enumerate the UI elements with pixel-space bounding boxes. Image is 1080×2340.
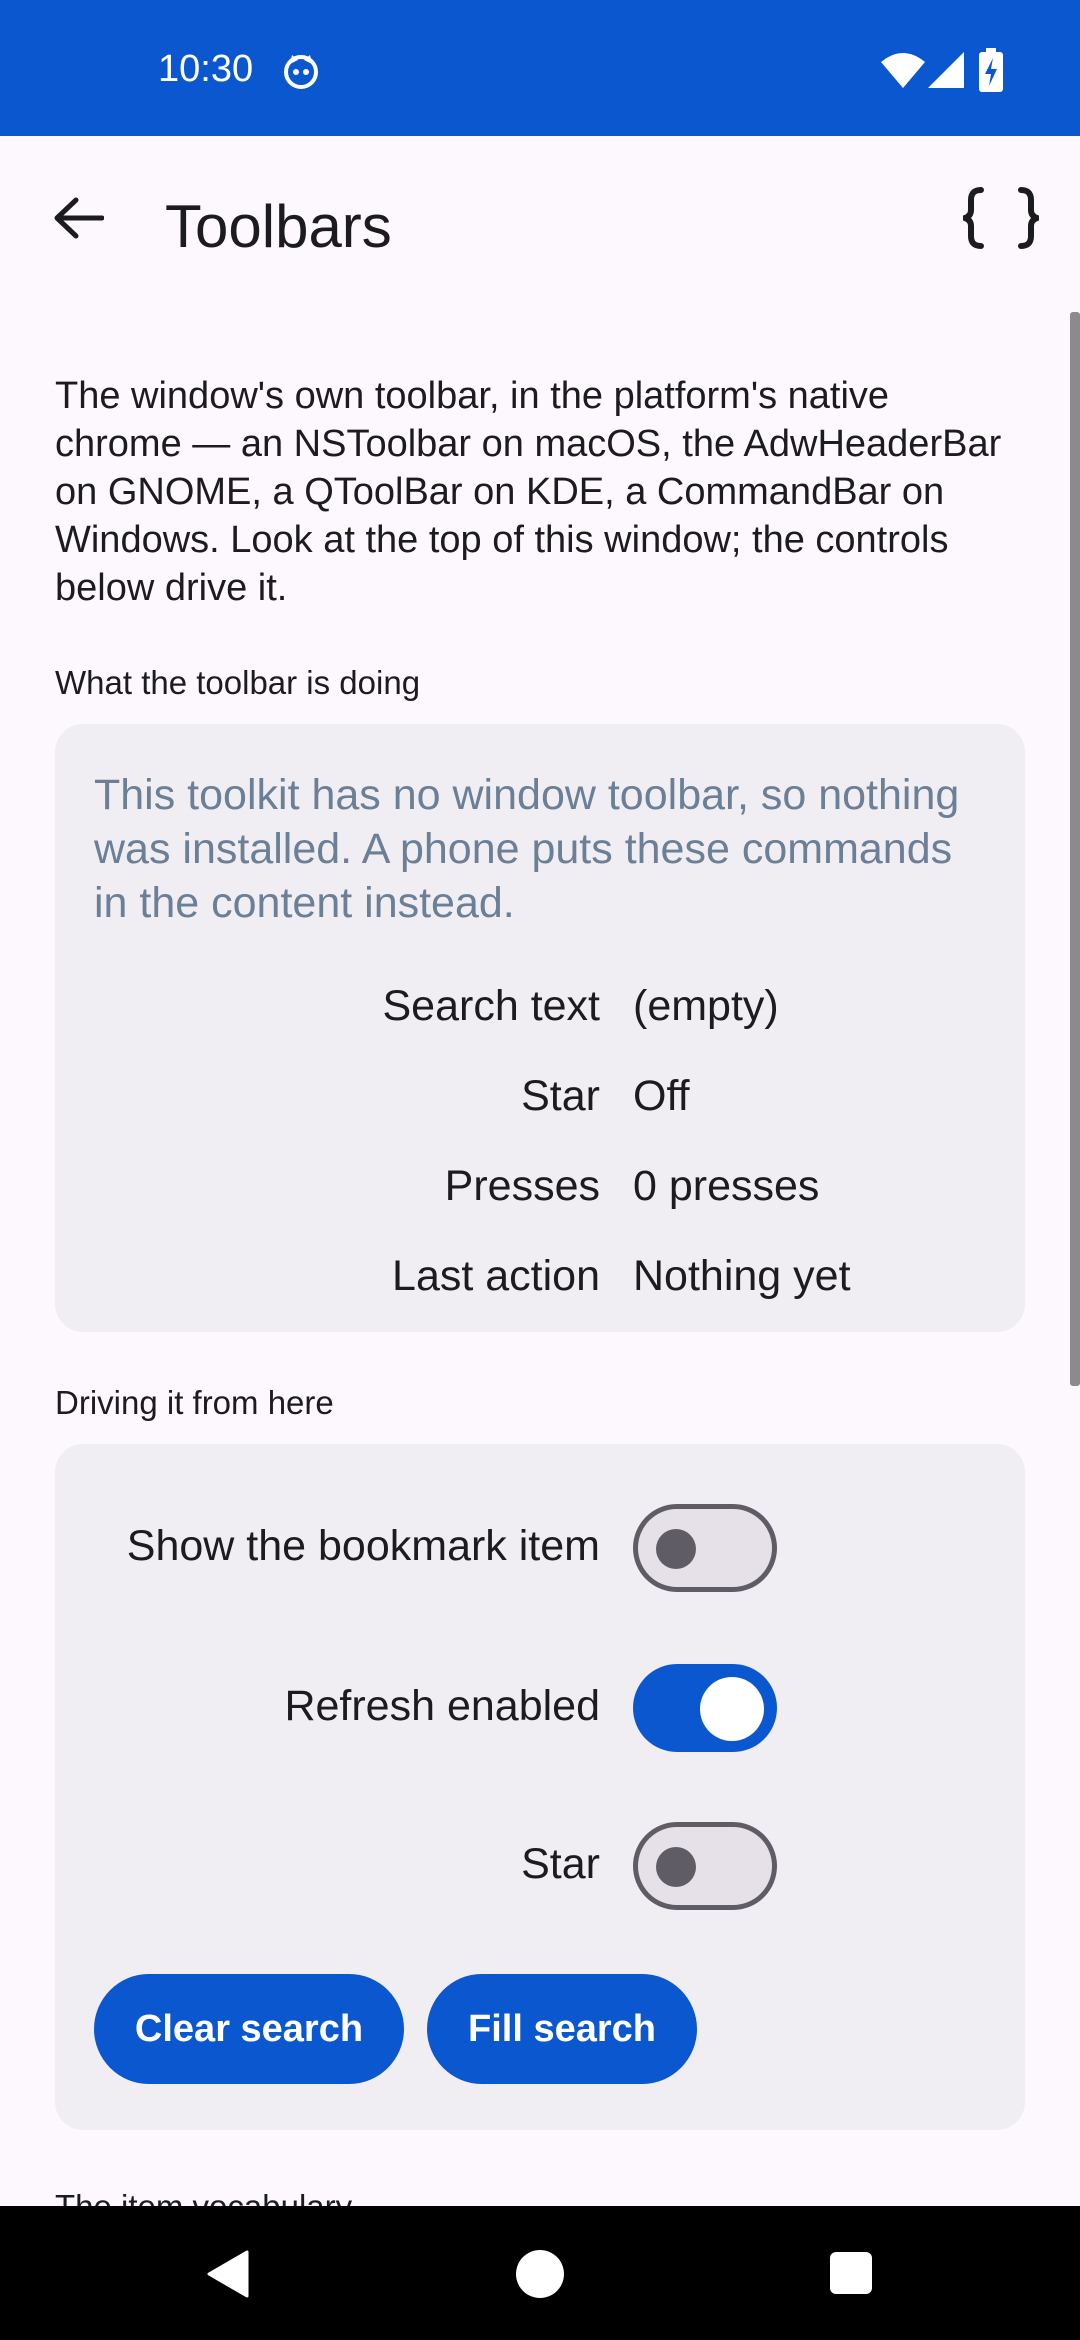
- switch-knob: [656, 1847, 696, 1887]
- controls-section-label: Driving it from here: [55, 1384, 334, 1421]
- switch-knob: [700, 1677, 764, 1741]
- status-time: 10:30: [158, 48, 254, 90]
- toggle-row-bookmark: Show the bookmark item: [55, 1504, 1025, 1594]
- toggle-label: Refresh enabled: [284, 1682, 600, 1730]
- status-row: Last action Nothing yet: [55, 1252, 1025, 1312]
- back-button[interactable]: [40, 180, 116, 256]
- status-row-value: (empty): [633, 982, 779, 1030]
- scroll-content: The window's own toolbar, in the platfor…: [0, 312, 1080, 2206]
- status-bar: 10:30: [0, 0, 1080, 136]
- page-title: Toolbars: [165, 193, 392, 260]
- bookmark-item-switch[interactable]: [633, 1504, 777, 1592]
- status-row-label: Star: [521, 1072, 600, 1120]
- status-row-value: Off: [633, 1072, 690, 1120]
- intro-text: The window's own toolbar, in the platfor…: [55, 375, 1002, 609]
- clear-search-button[interactable]: Clear search: [94, 1974, 404, 2084]
- status-row: Search text (empty): [55, 982, 1025, 1042]
- nav-home-icon[interactable]: [516, 2250, 564, 2298]
- toggle-row-refresh: Refresh enabled: [55, 1664, 1025, 1754]
- status-row: Presses 0 presses: [55, 1162, 1025, 1222]
- status-row-label: Search text: [382, 982, 601, 1030]
- signal-icon: [928, 52, 964, 88]
- app-bar: Toolbars: [0, 136, 1080, 312]
- toggle-label: Star: [521, 1840, 600, 1888]
- status-row-label: Presses: [444, 1162, 600, 1210]
- nav-recents-icon[interactable]: [830, 2252, 872, 2294]
- braces-icon: [963, 187, 1039, 249]
- status-row: Star Off: [55, 1072, 1025, 1132]
- nav-back-icon[interactable]: [205, 2250, 249, 2298]
- vocabulary-section-label: The item vocabulary: [55, 2188, 352, 2206]
- status-section-label: What the toolbar is doing: [55, 664, 421, 701]
- status-row-value: 0 presses: [633, 1162, 820, 1210]
- battery-charging-icon: [979, 48, 1003, 92]
- code-view-button[interactable]: [956, 178, 1046, 258]
- status-row-value: Nothing yet: [633, 1252, 851, 1300]
- switch-knob: [656, 1529, 696, 1569]
- toggle-label: Show the bookmark item: [126, 1522, 600, 1570]
- controls-card: Show the bookmark item Refresh enabled S…: [55, 1444, 1025, 2130]
- system-navigation-bar: [0, 2206, 1080, 2340]
- star-switch[interactable]: [633, 1822, 777, 1910]
- wifi-icon: [881, 53, 925, 88]
- refresh-enabled-switch[interactable]: [633, 1664, 777, 1752]
- toolbar-status-card: This toolkit has no window toolbar, so n…: [55, 724, 1025, 1332]
- toggle-row-star: Star: [55, 1822, 1025, 1912]
- fill-search-button[interactable]: Fill search: [427, 1974, 697, 2084]
- status-message: This toolkit has no window toolbar, so n…: [94, 771, 960, 927]
- arrow-back-icon: [54, 197, 104, 239]
- status-row-label: Last action: [392, 1252, 600, 1300]
- notification-cat-icon: [284, 55, 318, 89]
